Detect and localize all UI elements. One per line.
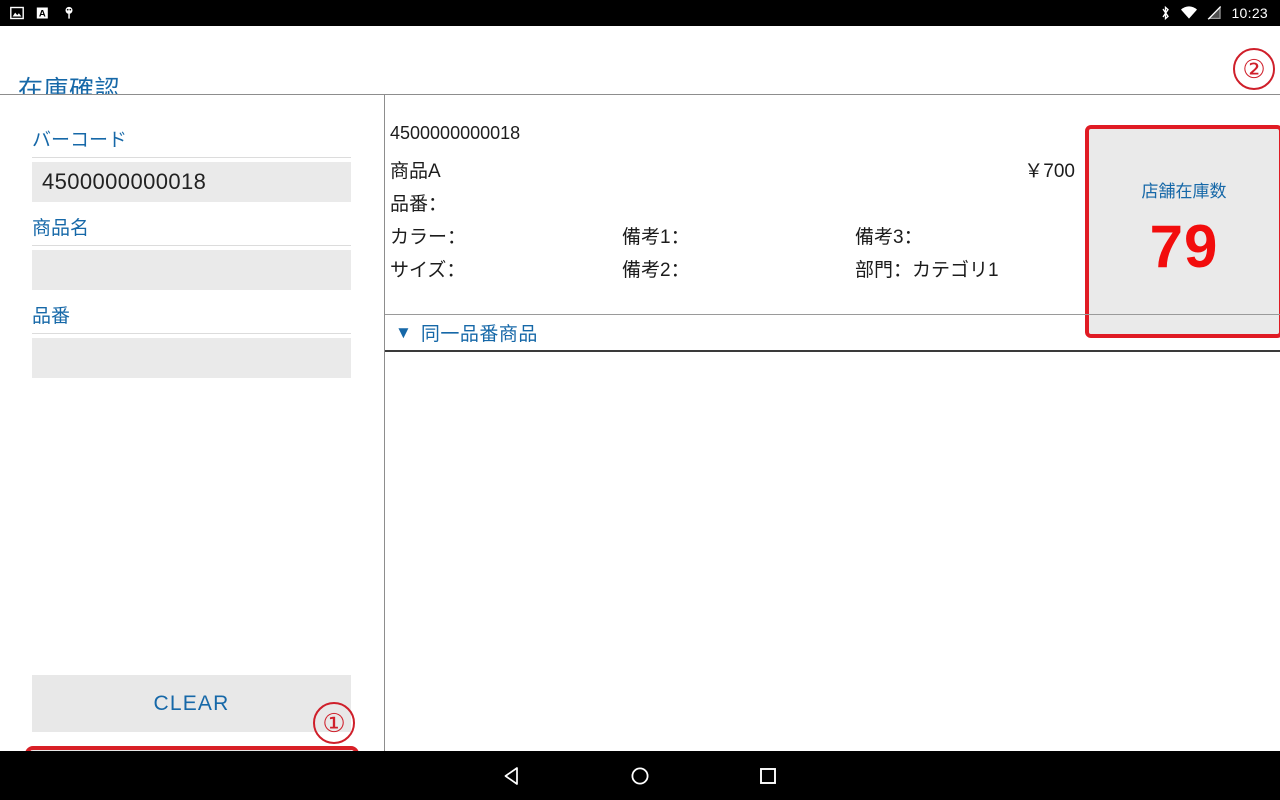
- annotation-badge-1: ①: [313, 702, 355, 744]
- result-panel: 4500000000018 商品A ￥700 品番： カラー： サイズ： 備考1…: [385, 95, 1280, 751]
- detail-note3: 備考3：: [855, 227, 923, 248]
- same-item-code-accordion-label: 同一品番商品: [420, 324, 538, 345]
- nav-recents-button[interactable]: [713, 751, 823, 800]
- status-bar: A 10:23: [0, 0, 1280, 26]
- store-stock-box: 店舗在庫数 79: [1085, 125, 1280, 338]
- detail-color: カラー：: [390, 227, 467, 248]
- detail-price: ￥700: [1024, 161, 1075, 182]
- detail-item-code: 品番：: [390, 194, 448, 215]
- barcode-input[interactable]: 4500000000018: [32, 162, 351, 202]
- app-bar: 在庫確認: [0, 26, 1280, 104]
- nav-back-button[interactable]: [458, 751, 568, 800]
- item-code-field-label: 品番: [32, 307, 351, 334]
- back-triangle-icon: [504, 766, 518, 785]
- recents-square-icon: [760, 767, 776, 784]
- bluetooth-icon: [1162, 5, 1170, 21]
- nav-home-button[interactable]: [585, 751, 695, 800]
- usb-icon: [65, 6, 73, 19]
- detail-note1: 備考1：: [622, 227, 690, 248]
- screenshot-icon: [10, 6, 24, 20]
- home-circle-icon: [631, 767, 649, 784]
- detail-department: 部門：カテゴリ1: [855, 260, 999, 281]
- item-code-input[interactable]: [32, 338, 351, 378]
- barcode-field-group: バーコード 4500000000018: [32, 131, 351, 202]
- app-screen: A 10:23 在庫確認 バーコード 4500000000018 商品名 品番 …: [0, 0, 1280, 800]
- item-code-field-group: 品番: [32, 307, 351, 378]
- detail-note2: 備考2：: [622, 260, 690, 281]
- product-name-input[interactable]: [32, 250, 351, 290]
- product-name-field-group: 商品名: [32, 219, 351, 290]
- chevron-down-icon: ▼: [395, 323, 412, 342]
- status-bar-clock: 10:23: [1231, 5, 1268, 21]
- store-stock-value: 79: [1149, 213, 1219, 280]
- cellular-signal-icon: [1207, 5, 1222, 20]
- detail-barcode: 4500000000018: [390, 123, 521, 143]
- status-bar-notification-icons: A: [0, 6, 76, 20]
- product-name-field-label: 商品名: [32, 219, 351, 246]
- product-detail: 4500000000018 商品A ￥700 品番： カラー： サイズ： 備考1…: [390, 123, 1280, 338]
- detail-product-name: 商品A: [390, 161, 441, 182]
- system-navigation-bar: [0, 751, 1280, 800]
- annotation-badge-2: ②: [1233, 48, 1275, 90]
- store-stock-label: 店舗在庫数: [1141, 182, 1227, 201]
- wifi-icon: [1181, 6, 1198, 19]
- search-form-panel: バーコード 4500000000018 商品名 品番 CLEAR 在庫検索 ①: [0, 95, 384, 800]
- detail-size: サイズ：: [390, 260, 466, 281]
- same-item-code-accordion[interactable]: ▼ 同一品番商品: [385, 314, 1280, 350]
- barcode-field-label: バーコード: [32, 131, 351, 158]
- clear-button[interactable]: CLEAR: [32, 675, 351, 732]
- font-size-icon: A: [36, 7, 48, 20]
- accordion-underline: [385, 350, 1280, 352]
- status-bar-system-icons: 10:23: [1160, 5, 1280, 21]
- svg-text:A: A: [39, 9, 46, 20]
